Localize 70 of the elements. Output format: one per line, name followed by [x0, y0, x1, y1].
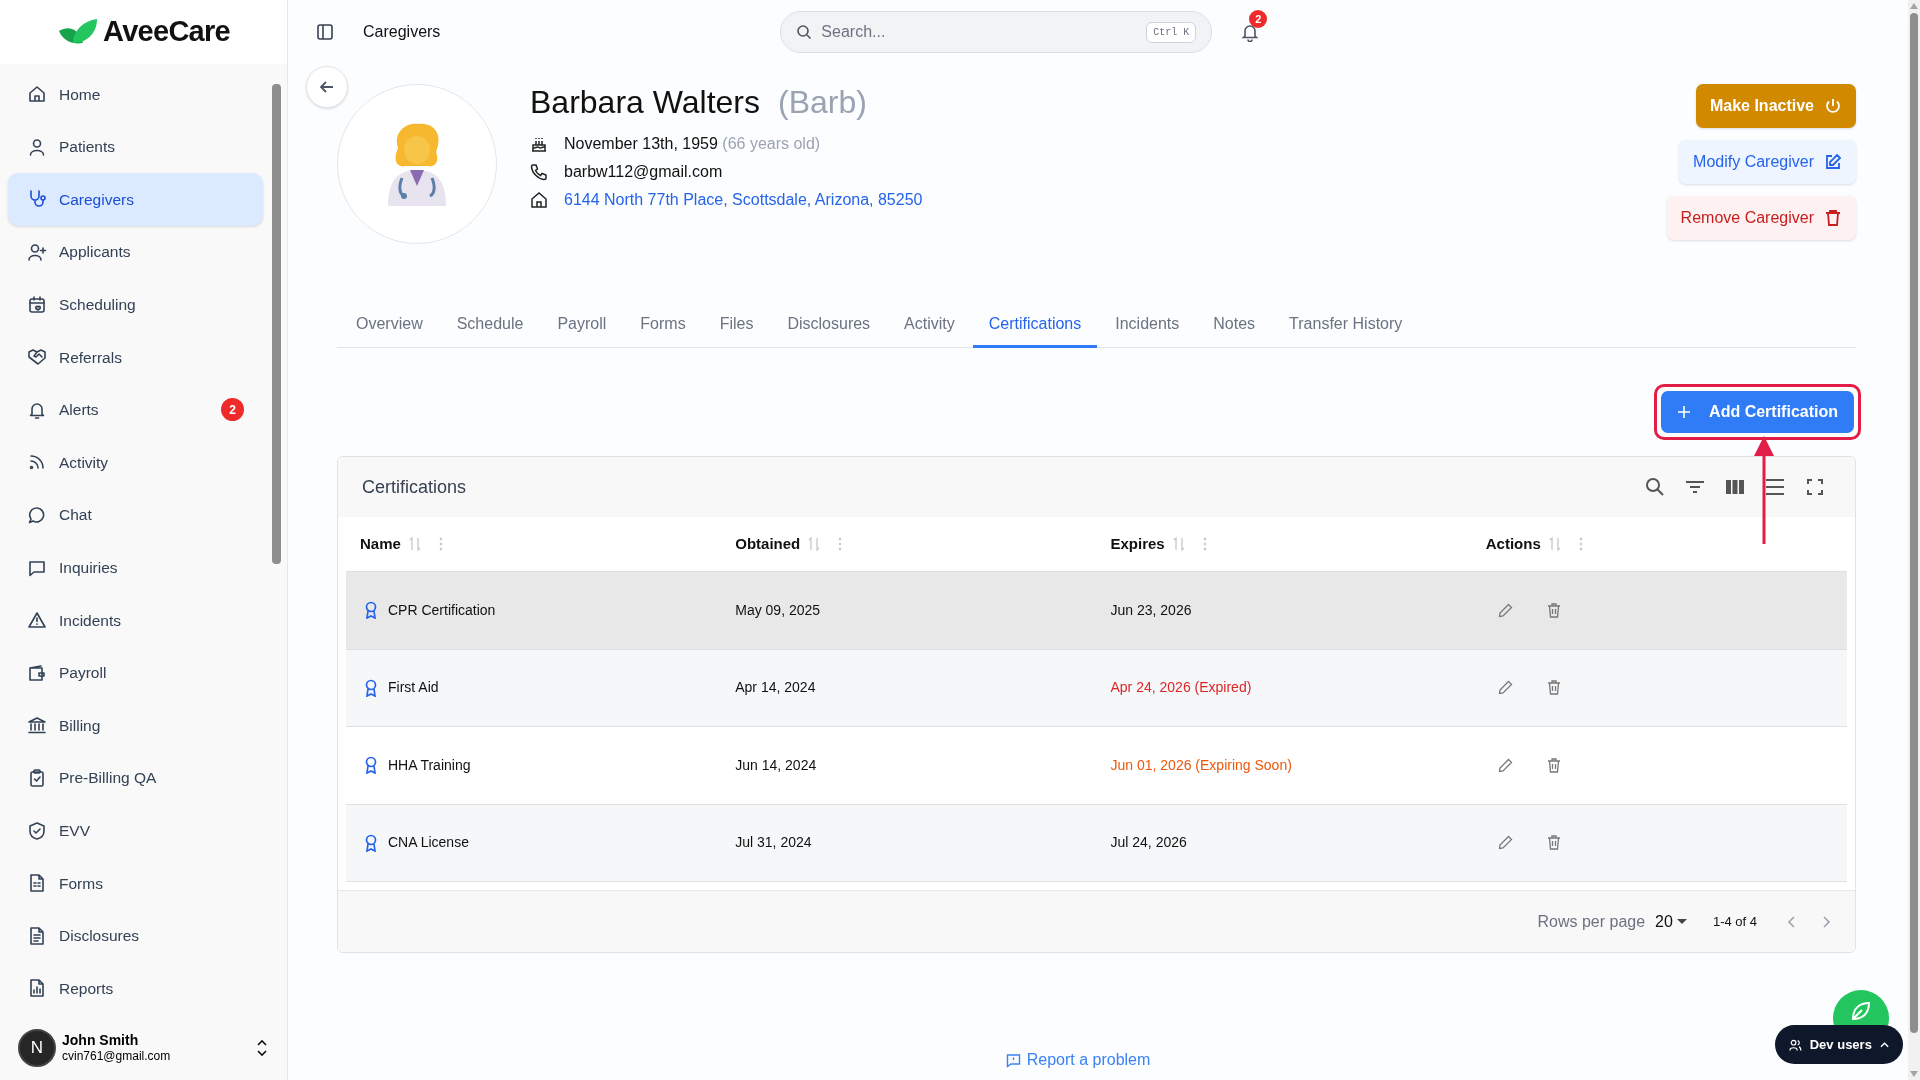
caregiver-name: Barbara Walters [530, 83, 760, 122]
table-cell-text: CNA License [388, 833, 469, 853]
table-title: Certifications [362, 475, 467, 499]
user-avatar: N [18, 1029, 56, 1067]
caregiver-nickname: (Barb) [778, 83, 867, 122]
tab[interactable]: Schedule [440, 302, 540, 348]
table-cell-text: HHA Training [388, 755, 471, 775]
modify-caregiver-button[interactable]: Modify Caregiver [1679, 140, 1856, 184]
column-header[interactable]: Obtained [735, 532, 801, 556]
table-cell: Jun 14, 2024 [735, 756, 817, 773]
tab[interactable]: Disclosures [771, 302, 887, 348]
sidebar-item[interactable]: Incidents [8, 593, 263, 647]
table-cell-text: First Aid [388, 678, 439, 698]
tab[interactable]: Forms [624, 302, 702, 348]
add-certification-button[interactable]: Add Certification [1661, 391, 1854, 433]
table-cell: May 09, 2025 [735, 601, 821, 618]
sidebar-item[interactable]: Referrals [8, 330, 263, 384]
rows-per-page-label: Rows per page [1537, 911, 1646, 932]
sidebar-item[interactable]: Caregivers [8, 173, 263, 226]
breadcrumb: Caregivers [363, 22, 441, 42]
tab[interactable]: Overview [340, 302, 439, 348]
notification-badge: 2 [1249, 10, 1268, 28]
sidebar-item[interactable]: Scheduling [8, 278, 263, 331]
tab[interactable]: Payroll [541, 302, 623, 348]
table-row[interactable]: CNA License Jul 31, 2024 Jul 24, 2026 [346, 804, 1847, 882]
tab[interactable]: Transfer History [1273, 302, 1419, 348]
table-row[interactable]: CPR Certification May 09, 2025 Jun 23, 2026 [346, 572, 1847, 650]
sidebar-item[interactable]: Patients [8, 120, 263, 174]
table-row[interactable]: First Aid Apr 14, 2024 Apr 24, 2026 (Expired) [346, 649, 1847, 727]
sidebar-item[interactable]: Reports [8, 962, 263, 1015]
column-header[interactable]: Expires [1110, 532, 1165, 556]
sidebar-item[interactable]: Home [8, 68, 263, 121]
sidebar-item[interactable]: Chat [8, 488, 263, 542]
table-cell: Jun 01, 2026 (Expiring Soon) [1110, 756, 1292, 773]
tab[interactable]: Notes [1197, 302, 1272, 348]
user-name: John Smith [62, 1031, 140, 1050]
tab[interactable]: Activity [888, 302, 971, 348]
sidebar-item[interactable]: Applicants [8, 225, 263, 279]
address-link[interactable]: 6144 North 77th Place, Scottsdale, Arizona, 85250 [564, 188, 923, 212]
rows-per-page-select[interactable]: 20 [1655, 909, 1687, 934]
sidebar-item[interactable]: Forms [8, 856, 263, 910]
sidebar-item[interactable]: Payroll [8, 646, 263, 700]
tab[interactable]: Incidents [1099, 302, 1196, 348]
column-header[interactable]: Actions [1485, 532, 1541, 556]
table-cell: Apr 24, 2026 (Expired) [1110, 679, 1252, 696]
sidebar-item[interactable]: Inquiries [8, 541, 263, 594]
caregiver-email: barbw112@gmail.com [564, 162, 723, 182]
birth-date: November 13th, 1959 (66 years old) [564, 134, 821, 154]
table-cell: Jul 24, 2026 [1110, 834, 1187, 851]
table-cell-text: CPR Certification [388, 600, 496, 620]
shortcut-hint: Ctrl K [1146, 22, 1197, 43]
column-header[interactable]: Name [360, 532, 401, 556]
remove-caregiver-button[interactable]: Remove Caregiver [1666, 196, 1856, 240]
sidebar-item[interactable]: Disclosures [8, 909, 263, 963]
user-email: cvin761@gmail.com [62, 1049, 171, 1065]
table-cell: Apr 14, 2024 [735, 679, 816, 696]
tab[interactable]: Certifications [972, 302, 1098, 348]
sidebar-item[interactable]: Billing [8, 699, 263, 752]
table-cell: Jul 31, 2024 [735, 834, 812, 851]
tab[interactable]: Files [703, 302, 770, 348]
sidebar-item[interactable]: Activity [8, 436, 263, 489]
sidebar-item[interactable]: Alerts 2 [8, 383, 263, 437]
dev-users-button[interactable]: Dev users [1775, 1025, 1903, 1064]
report-problem-link[interactable]: Report a problem [1005, 1048, 1151, 1072]
page-range: 1-4 of 4 [1712, 912, 1757, 931]
app-logo: AveeCare [103, 14, 230, 50]
sidebar-item[interactable]: Pre-Billing QA [8, 751, 263, 805]
table-cell: Jun 23, 2026 [1110, 601, 1192, 618]
alerts-badge: 2 [221, 398, 244, 422]
sidebar-item[interactable]: EVV [8, 804, 263, 857]
